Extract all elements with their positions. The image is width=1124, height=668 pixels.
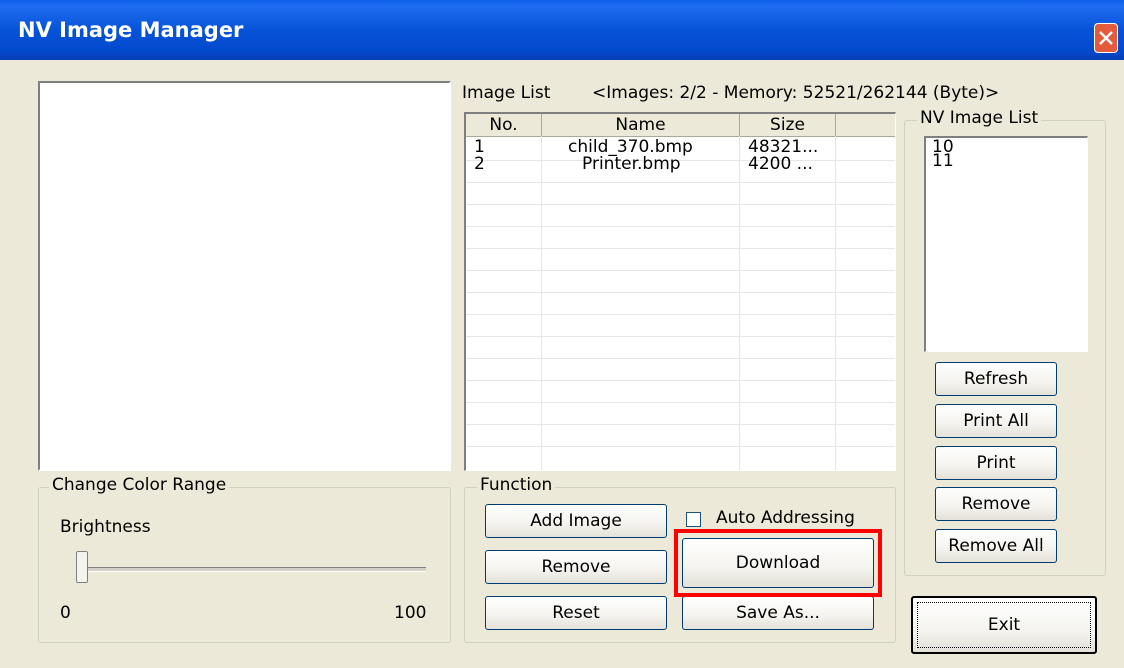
grid-line [466, 446, 895, 447]
client-area: Image List <Images: 2/2 - Memory: 52521/… [6, 60, 1118, 668]
window-title: NV Image Manager [18, 18, 244, 42]
image-preview [38, 81, 451, 471]
color-range-group: Change Color Range [38, 475, 451, 643]
grid-line [466, 182, 895, 183]
color-range-label: Change Color Range [49, 475, 230, 495]
grid-line [835, 136, 836, 470]
column-size[interactable]: Size [740, 114, 836, 136]
close-button[interactable] [1094, 23, 1118, 53]
auto-addressing-checkbox[interactable] [686, 512, 701, 527]
grid-line [466, 248, 895, 249]
image-list-label: Image List [462, 83, 551, 103]
reset-button[interactable]: Reset [485, 596, 667, 630]
close-icon [1099, 31, 1113, 45]
grid-line [466, 336, 895, 337]
grid-line [466, 226, 895, 227]
nv-image-list-label: NV Image List [917, 108, 1042, 128]
remove-button[interactable]: Remove [485, 550, 667, 584]
grid-line [466, 402, 895, 403]
print-all-button[interactable]: Print All [935, 404, 1057, 438]
brightness-min: 0 [60, 603, 71, 623]
nv-image-manager-window: NV Image Manager Image List <Images: 2/2… [0, 0, 1124, 668]
brightness-max: 100 [394, 603, 427, 623]
grid-line [466, 380, 895, 381]
row-size: 4200 ... [748, 154, 813, 174]
brightness-slider-thumb[interactable] [76, 551, 88, 583]
grid-line [466, 314, 895, 315]
print-button[interactable]: Print [935, 446, 1057, 480]
column-no[interactable]: No. [466, 114, 542, 136]
focus-rect [917, 602, 1091, 648]
auto-addressing-label[interactable]: Auto Addressing [716, 508, 855, 528]
row-name: Printer.bmp [582, 154, 681, 174]
remove-all-button[interactable]: Remove All [935, 529, 1057, 563]
nv-remove-button[interactable]: Remove [935, 487, 1057, 521]
exit-button[interactable]: Exit [911, 596, 1097, 654]
image-summary: <Images: 2/2 - Memory: 52521/262144 (Byt… [592, 83, 1000, 103]
grid-line [466, 358, 895, 359]
grid-line [466, 270, 895, 271]
column-name[interactable]: Name [542, 114, 740, 136]
download-button[interactable]: Download [682, 538, 874, 588]
image-list-header: No. Name Size [466, 114, 895, 137]
grid-line [466, 424, 895, 425]
function-label: Function [477, 475, 556, 495]
brightness-label: Brightness [60, 517, 151, 537]
refresh-button[interactable]: Refresh [935, 362, 1057, 396]
title-bar[interactable]: NV Image Manager [0, 0, 1124, 60]
row-no: 2 [474, 154, 485, 174]
brightness-slider-track[interactable] [86, 567, 426, 572]
add-image-button[interactable]: Add Image [485, 504, 667, 538]
save-as-button[interactable]: Save As... [682, 596, 874, 630]
nv-image-list[interactable]: 10 11 [924, 136, 1088, 352]
grid-line [466, 292, 895, 293]
grid-line [541, 136, 542, 470]
list-item[interactable]: 11 [932, 153, 954, 170]
grid-line [739, 136, 740, 470]
image-list[interactable]: No. Name Size 1 child_370.bmp 48321... 2… [464, 112, 896, 471]
grid-line [466, 204, 895, 205]
